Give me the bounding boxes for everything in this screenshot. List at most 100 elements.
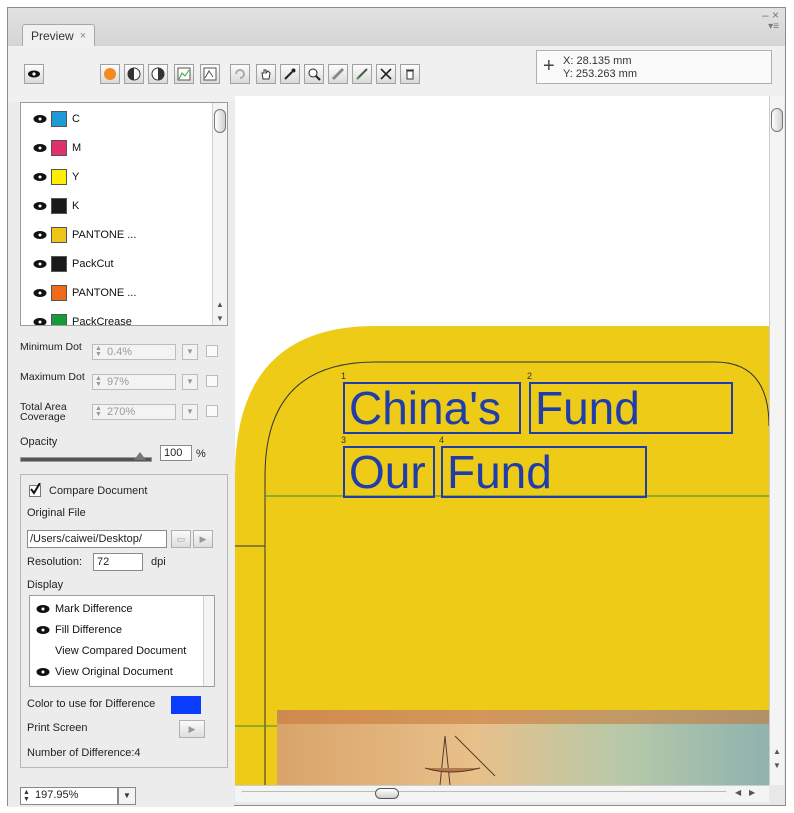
difference-color-swatch[interactable] bbox=[171, 696, 201, 714]
separation-name: K bbox=[72, 200, 80, 212]
tac-spinner[interactable]: ▲ ▼ 270% bbox=[92, 404, 176, 420]
separation-row[interactable]: PackCrease bbox=[21, 312, 132, 326]
tac-dropdown[interactable]: ▼ bbox=[182, 404, 198, 420]
eye-icon[interactable] bbox=[33, 259, 47, 269]
canvas-hscroll-thumb[interactable] bbox=[375, 788, 399, 799]
zoom-icon[interactable] bbox=[304, 64, 324, 84]
separation-swatch bbox=[51, 256, 67, 272]
canvas-vertical-scrollbar[interactable]: ▲ ▼ bbox=[769, 96, 784, 785]
eye-icon[interactable] bbox=[36, 667, 50, 677]
canvas-scroll-right-icon[interactable]: ▶ bbox=[749, 788, 755, 797]
opacity-slider-thumb[interactable] bbox=[134, 452, 146, 460]
eye-icon[interactable] bbox=[36, 604, 50, 614]
min-dot-checkbox[interactable] bbox=[206, 345, 218, 357]
scroll-down-icon[interactable]: ▼ bbox=[213, 313, 227, 325]
compare-panel: Compare Document Original File /Users/ca… bbox=[20, 474, 228, 768]
canvas-scroll-left-icon[interactable]: ◀ bbox=[735, 788, 741, 797]
y-label: Y: bbox=[563, 68, 573, 80]
display-scrollbar[interactable] bbox=[203, 596, 214, 686]
separation-swatch bbox=[51, 140, 67, 156]
eye-icon[interactable] bbox=[36, 625, 50, 635]
cursor-coordinates: + X: 28.135 mm Y: 253.263 mm bbox=[536, 50, 772, 84]
eyedropper-icon[interactable] bbox=[280, 64, 300, 84]
ruler-icon[interactable] bbox=[328, 64, 348, 84]
max-dot-dropdown[interactable]: ▼ bbox=[182, 374, 198, 390]
compare-checkbox[interactable] bbox=[29, 483, 41, 497]
tac-checkbox[interactable] bbox=[206, 405, 218, 417]
separation-row[interactable]: K bbox=[21, 196, 79, 216]
canvas-horizontal-scrollbar[interactable]: ◀ ▶ bbox=[235, 785, 769, 802]
display-option[interactable]: View Original Document bbox=[30, 662, 173, 682]
color-circle-icon[interactable] bbox=[100, 64, 120, 84]
eye-icon[interactable] bbox=[33, 143, 47, 153]
eye-icon[interactable] bbox=[33, 201, 47, 211]
load-file-button[interactable]: ▶ bbox=[193, 530, 213, 548]
zoom-spinner[interactable]: ▲ ▼ 197.95% bbox=[20, 787, 118, 805]
trash-icon[interactable] bbox=[400, 64, 420, 84]
separation-name: PackCrease bbox=[72, 316, 132, 326]
max-dot-checkbox[interactable] bbox=[206, 375, 218, 387]
separation-row[interactable]: PackCut bbox=[21, 254, 114, 274]
original-file-input[interactable]: /Users/caiwei/Desktop/ bbox=[27, 530, 167, 548]
separations-scrollbar[interactable]: ▲ ▼ bbox=[212, 103, 227, 325]
eye-icon[interactable] bbox=[33, 288, 47, 298]
separation-row[interactable]: C bbox=[21, 109, 80, 129]
tab-preview[interactable]: Preview × bbox=[22, 24, 96, 47]
difference-count: Number of Difference:4 bbox=[27, 747, 141, 759]
document-canvas[interactable]: 1 China's 2 Fund 3 Our 4 Fund bbox=[235, 96, 769, 785]
minimize-icon[interactable]: – bbox=[762, 8, 769, 22]
browse-folder-icon[interactable]: ▭ bbox=[171, 530, 191, 548]
separation-swatch bbox=[51, 314, 67, 325]
difference-box[interactable]: Fund bbox=[529, 382, 733, 434]
x-mark-icon[interactable] bbox=[376, 64, 396, 84]
separation-row[interactable]: M bbox=[21, 138, 81, 158]
original-file-label: Original File bbox=[27, 507, 86, 519]
canvas-scroll-down-icon[interactable]: ▼ bbox=[770, 760, 784, 772]
difference-box[interactable]: China's bbox=[343, 382, 521, 434]
canvas-scroll-up-icon[interactable]: ▲ bbox=[770, 746, 784, 758]
eye-icon[interactable] bbox=[24, 64, 44, 84]
separation-row[interactable]: PANTONE ... bbox=[21, 283, 136, 303]
tab-close-icon[interactable]: × bbox=[80, 30, 86, 42]
canvas-vscroll-thumb[interactable] bbox=[771, 108, 783, 132]
hand-icon[interactable] bbox=[256, 64, 276, 84]
display-option[interactable]: View Compared Document bbox=[30, 641, 186, 661]
scroll-up-icon[interactable]: ▲ bbox=[213, 299, 227, 311]
eye-icon[interactable] bbox=[33, 114, 47, 124]
separation-swatch bbox=[51, 169, 67, 185]
eye-icon[interactable] bbox=[33, 317, 47, 325]
opacity-input[interactable]: 100 bbox=[160, 445, 192, 461]
rotate-icon[interactable] bbox=[230, 64, 250, 84]
difference-text: Our bbox=[349, 446, 426, 498]
y-value: 253.263 mm bbox=[575, 68, 638, 80]
max-dot-label: Maximum Dot bbox=[20, 371, 85, 383]
histogram-icon[interactable] bbox=[174, 64, 194, 84]
eye-icon[interactable] bbox=[33, 172, 47, 182]
half-circle-icon[interactable] bbox=[124, 64, 144, 84]
difference-box[interactable]: Fund bbox=[441, 446, 647, 498]
zoom-dropdown[interactable]: ▼ bbox=[118, 787, 136, 805]
display-option-label: View Original Document bbox=[55, 666, 173, 678]
window-controls: – × ▾≡ bbox=[762, 8, 779, 32]
resolution-input[interactable]: 72 bbox=[93, 553, 143, 571]
separation-row[interactable]: Y bbox=[21, 167, 79, 187]
display-option[interactable]: Mark Difference bbox=[30, 599, 132, 619]
scroll-thumb[interactable] bbox=[214, 109, 226, 133]
eye-icon[interactable] bbox=[33, 230, 47, 240]
eye-icon[interactable] bbox=[36, 646, 50, 656]
opacity-slider[interactable] bbox=[20, 457, 152, 462]
close-icon[interactable]: × bbox=[772, 8, 779, 22]
contrast-icon[interactable] bbox=[148, 64, 168, 84]
separation-row[interactable]: PANTONE ... bbox=[21, 225, 136, 245]
histogram-256-icon[interactable] bbox=[200, 64, 220, 84]
opacity-label: Opacity bbox=[20, 436, 58, 448]
display-option[interactable]: Fill Difference bbox=[30, 620, 122, 640]
toolbar: + X: 28.135 mm Y: 253.263 mm bbox=[8, 46, 785, 102]
min-dot-dropdown[interactable]: ▼ bbox=[182, 344, 198, 360]
max-dot-spinner[interactable]: ▲ ▼ 97% bbox=[92, 374, 176, 390]
panel-menu-icon[interactable]: ▾≡ bbox=[762, 22, 779, 32]
difference-box[interactable]: Our bbox=[343, 446, 435, 498]
edit-icon[interactable] bbox=[352, 64, 372, 84]
print-screen-button[interactable]: ▶ bbox=[179, 720, 205, 738]
min-dot-spinner[interactable]: ▲ ▼ 0.4% bbox=[92, 344, 176, 360]
